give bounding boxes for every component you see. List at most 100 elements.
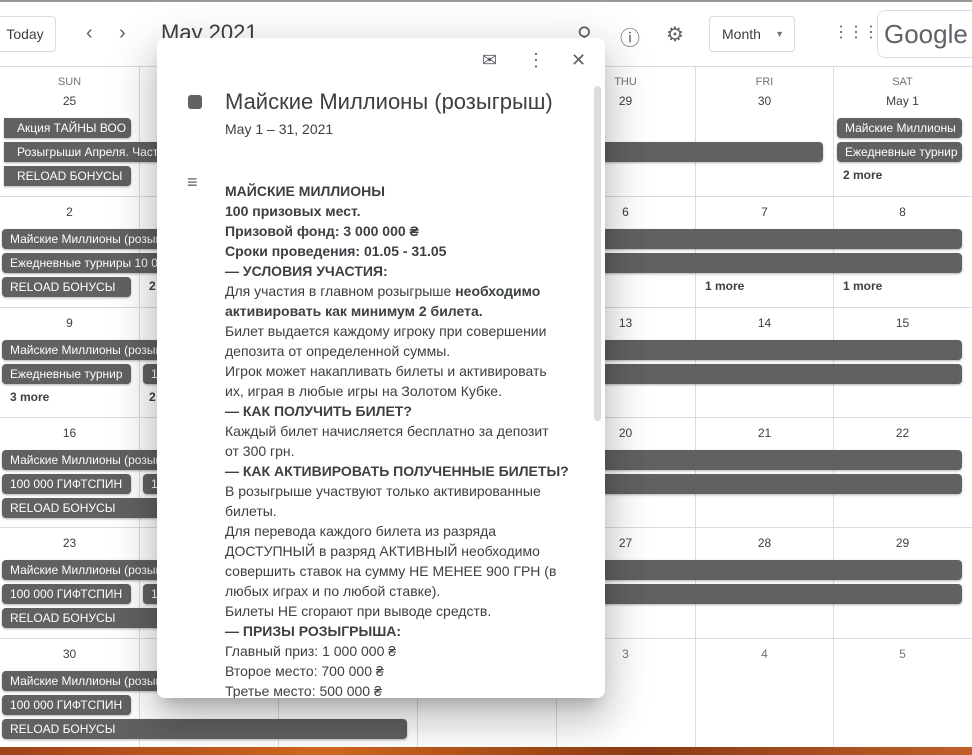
view-selector[interactable]: Month ▼: [709, 16, 795, 52]
event-chip[interactable]: RELOAD БОНУСЫ: [2, 277, 131, 297]
weekday-label: SUN: [57, 76, 82, 88]
today-button[interactable]: Today: [0, 16, 56, 52]
description-line: — КАК АКТИВИРОВАТЬ ПОЛУЧЕННЫЕ БИЛЕТЫ?: [225, 461, 585, 481]
description-text: МАЙСКИЕ МИЛЛИОНЫ: [225, 183, 385, 199]
description-text: активировать как минимум 2 билета.: [225, 303, 483, 319]
day-number[interactable]: 25: [0, 94, 139, 108]
description-text: В розыгрыше участвуют только активирован…: [225, 483, 541, 499]
day-number[interactable]: 14: [695, 316, 834, 330]
description-line: Билет выдается каждому игроку при соверш…: [225, 321, 585, 341]
more-vert-icon[interactable]: ⋮: [527, 50, 545, 71]
chevron-right-icon[interactable]: ›: [119, 22, 126, 45]
event-chip[interactable]: Акция ТАЙНЫ ВОО: [4, 118, 131, 138]
day-number[interactable]: 2: [0, 205, 139, 219]
description-line: Билеты НЕ сгорают при выводе средств.: [225, 601, 585, 621]
gear-icon[interactable]: ⚙: [666, 22, 684, 47]
description-text: ДОСТУПНЫЙ в разряд АКТИВНЫЙ необходимо: [225, 543, 540, 559]
description-text: Призовой фонд: 3 000 000 ₴: [225, 223, 419, 239]
description-text: билеты.: [225, 503, 277, 519]
description-line: Сроки проведения: 01.05 - 31.05: [225, 241, 585, 261]
more-events-link[interactable]: 2 more: [843, 168, 882, 182]
description-line: депозита от определенной суммы.: [225, 341, 585, 361]
day-number[interactable]: 21: [695, 426, 834, 440]
event-chip[interactable]: 100 000 ГИФТСПИН: [2, 695, 131, 715]
weekday-label: FRI: [755, 76, 774, 88]
event-color-swatch: [188, 95, 202, 109]
event-date: May 1 – 31, 2021: [225, 121, 334, 137]
day-number[interactable]: 23: [0, 536, 139, 550]
column-divider: [833, 67, 834, 748]
event-title: Майские Миллионы (розыгрыш): [225, 89, 553, 114]
event-chip[interactable]: Ежедневные турнир: [837, 142, 962, 162]
description-text: любых играх и по любой ставке).: [225, 583, 441, 599]
help-icon[interactable]: ⓘ: [620, 22, 640, 51]
day-number[interactable]: 9: [0, 316, 139, 330]
description-text: — ПРИЗЫ РОЗЫГРЫША:: [225, 623, 402, 639]
event-chip[interactable]: RELOAD БОНУСЫ: [4, 166, 131, 186]
day-number[interactable]: 30: [695, 94, 834, 108]
description-line: Игрок может накапливать билеты и активир…: [225, 361, 585, 381]
event-details-popup: ✉ ⋮ ✕ Майские Миллионы (розыгрыш) May 1 …: [157, 38, 605, 698]
description-text: Для участия в главном розыгрыше: [225, 283, 456, 299]
description-line: МАЙСКИЕ МИЛЛИОНЫ: [225, 181, 585, 201]
day-number[interactable]: 29: [833, 536, 972, 550]
description-text: совершить ставок на сумму НЕ МЕНЕЕ 900 Г…: [225, 563, 557, 579]
day-number[interactable]: 28: [695, 536, 834, 550]
event-chip[interactable]: RELOAD БОНУСЫ: [2, 719, 407, 739]
description-line: совершить ставок на сумму НЕ МЕНЕЕ 900 Г…: [225, 561, 585, 581]
description-line: Второе место: 700 000 ₴: [225, 661, 585, 681]
description-line: В розыгрыше участвуют только активирован…: [225, 481, 585, 501]
day-number[interactable]: 30: [0, 647, 139, 661]
more-events-link[interactable]: 1 more: [705, 279, 744, 293]
day-number[interactable]: 16: [0, 426, 139, 440]
description-line: от 300 грн.: [225, 441, 585, 461]
description-line: ДОСТУПНЫЙ в разряд АКТИВНЫЙ необходимо: [225, 541, 585, 561]
day-number[interactable]: 7: [695, 205, 834, 219]
description-text: Игрок может накапливать билеты и активир…: [225, 363, 547, 379]
description-line: Для перевода каждого билета из разряда: [225, 521, 585, 541]
day-number[interactable]: 22: [833, 426, 972, 440]
description-text: Билеты НЕ сгорают при выводе средств.: [225, 603, 492, 619]
description-text: их, играя в любые игры на Золотом Кубке.: [225, 383, 502, 399]
description-line: Главный приз: 1 000 000 ₴: [225, 641, 585, 661]
popup-scrollbar[interactable]: [594, 86, 601, 421]
more-events-link[interactable]: 3 more: [10, 390, 49, 404]
email-icon[interactable]: ✉: [482, 50, 497, 71]
description-line: Третье место: 500 000 ₴: [225, 681, 585, 698]
description-line: — ПРИЗЫ РОЗЫГРЫША:: [225, 621, 585, 641]
chevron-left-icon[interactable]: ‹: [86, 22, 93, 45]
column-divider: [695, 67, 696, 748]
description-line: — КАК ПОЛУЧИТЬ БИЛЕТ?: [225, 401, 585, 421]
column-divider: [139, 67, 140, 748]
weekday-label: SAT: [892, 76, 913, 88]
description-line: Каждый билет начисляется бесплатно за де…: [225, 421, 585, 441]
day-number[interactable]: 4: [695, 647, 834, 661]
description-line: их, играя в любые игры на Золотом Кубке.: [225, 381, 585, 401]
event-chip[interactable]: Майские Миллионы: [837, 118, 962, 138]
description-text: — КАК ПОЛУЧИТЬ БИЛЕТ?: [225, 403, 412, 419]
day-number[interactable]: 5: [833, 647, 972, 661]
event-chip[interactable]: 100 000 ГИФТСПИН: [2, 584, 131, 604]
description-text: от 300 грн.: [225, 443, 295, 459]
google-logo[interactable]: Google: [877, 10, 972, 58]
event-chip[interactable]: Ежедневные турнир: [2, 364, 131, 384]
more-events-link[interactable]: 1 more: [843, 279, 882, 293]
description-text: Главный приз: 1 000 000 ₴: [225, 643, 397, 659]
description-text: Третье место: 500 000 ₴: [225, 683, 382, 698]
close-icon[interactable]: ✕: [571, 50, 586, 71]
description-line: любых играх и по любой ставке).: [225, 581, 585, 601]
day-number[interactable]: May 1: [833, 94, 972, 108]
apps-grid-icon[interactable]: ⋮⋮⋮: [833, 22, 879, 42]
description-line: активировать как минимум 2 билета.: [225, 301, 585, 321]
description-icon: ≡: [187, 172, 198, 192]
day-number[interactable]: 15: [833, 316, 972, 330]
desktop-background: [0, 747, 972, 755]
description-text: необходимо: [455, 283, 541, 299]
event-description: МАЙСКИЕ МИЛЛИОНЫ 100 призовых мест. Призов…: [225, 181, 585, 698]
description-line: 100 призовых мест.: [225, 201, 585, 221]
event-chip[interactable]: 100 000 ГИФТСПИН: [2, 474, 131, 494]
description-text: — УСЛОВИЯ УЧАСТИЯ:: [225, 263, 388, 279]
description-text: Билет выдается каждому игроку при соверш…: [225, 323, 547, 339]
day-number[interactable]: 8: [833, 205, 972, 219]
description-text: 100 призовых мест.: [225, 203, 361, 219]
